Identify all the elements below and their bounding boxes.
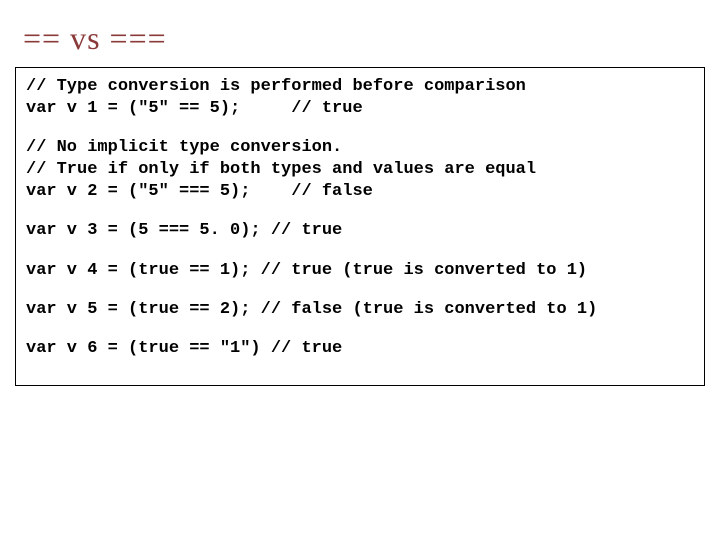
code-line: var v 2 = ("5" === 5); // false [26,181,694,203]
slide-title: == vs === [23,20,705,57]
code-line: // No implicit type conversion. [26,137,694,159]
code-line: var v 6 = (true == "1") // true [26,338,694,360]
code-line: var v 5 = (true == 2); // false (true is… [26,299,694,321]
blank-line [26,120,694,137]
blank-line [26,203,694,220]
code-line: // Type conversion is performed before c… [26,76,694,98]
blank-line [26,321,694,338]
code-line: var v 1 = ("5" == 5); // true [26,98,694,120]
blank-line [26,360,694,377]
blank-line [26,282,694,299]
code-line: // True if only if both types and values… [26,159,694,181]
code-line: var v 3 = (5 === 5. 0); // true [26,220,694,242]
blank-line [26,243,694,260]
code-line: var v 4 = (true == 1); // true (true is … [26,260,694,282]
code-block: // Type conversion is performed before c… [15,67,705,386]
